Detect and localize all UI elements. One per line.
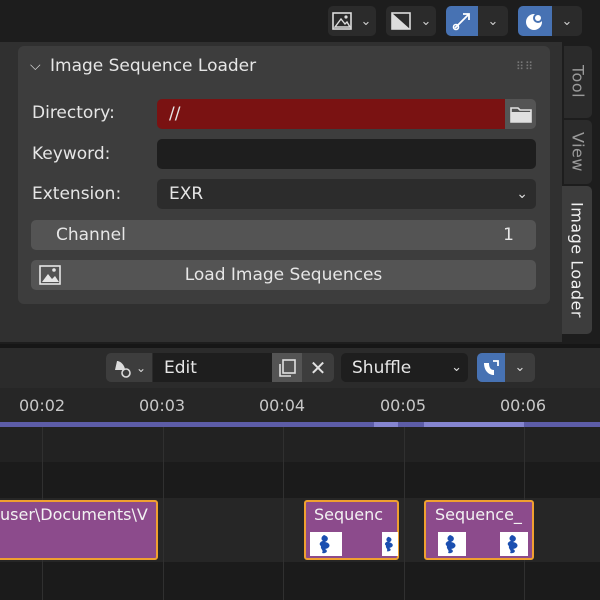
tab-view-label: View — [568, 132, 588, 172]
strip-thumbnail — [438, 532, 466, 556]
strip-thumbnail — [500, 532, 528, 556]
gizmo-icon — [446, 6, 478, 36]
chevron-down-icon: ⌄ — [516, 186, 528, 202]
sequence-strip[interactable]: Sequenc — [304, 500, 399, 560]
copy-icon — [279, 358, 296, 377]
tab-image-loader[interactable]: Image Loader — [562, 186, 592, 334]
blender-sequence-thumbnail-icon — [507, 535, 518, 554]
extension-value: EXR — [169, 184, 204, 204]
blend-mode-dropdown[interactable]: Shuffle ⌄ — [341, 353, 468, 382]
extension-label: Extension: — [32, 184, 122, 204]
load-button-label: Load Image Sequences — [184, 265, 383, 285]
channel-number-field[interactable]: Channel 1 — [31, 220, 536, 250]
overlay-icon — [386, 6, 416, 36]
overlays-toggle-icon — [518, 6, 552, 36]
grid-line — [163, 427, 164, 600]
edit-mode-field[interactable]: Edit — [153, 353, 272, 382]
grid-line — [404, 427, 405, 600]
channel-value: 1 — [503, 225, 514, 245]
chevron-down-icon: ⌄ — [514, 360, 526, 375]
panel-header[interactable]: ⌵ Image Sequence Loader — [30, 54, 256, 78]
blender-sequence-thumbnail-icon — [445, 535, 456, 554]
overlay-dropdown[interactable]: ⌄ — [386, 6, 436, 36]
tool-icon — [114, 360, 131, 378]
chevron-down-icon: ⌄ — [135, 360, 147, 375]
viewer-header — [0, 0, 600, 42]
extension-dropdown[interactable]: EXR ⌄ — [157, 179, 536, 209]
track-channel — [0, 562, 600, 600]
load-image-sequences-button[interactable]: Load Image Sequences — [31, 260, 536, 290]
tab-tool-label: Tool — [568, 65, 588, 99]
copy-button[interactable] — [272, 353, 302, 382]
tab-tool[interactable]: Tool — [564, 46, 592, 118]
gizmo-dropdown[interactable]: ⌄ — [446, 6, 508, 36]
edit-mode-value: Edit — [164, 357, 197, 378]
close-icon[interactable]: ✕ — [302, 353, 334, 382]
ruler-tick: 00:04 — [259, 396, 306, 415]
directory-value: // — [169, 104, 181, 124]
strip-label: Sequenc — [314, 505, 384, 524]
collapse-chevron-icon: ⌵ — [30, 58, 41, 74]
sequence-strip[interactable]: Sequence_ — [424, 500, 534, 560]
image-icon — [37, 263, 63, 287]
keyword-label: Keyword: — [32, 144, 111, 164]
keyword-field[interactable] — [157, 139, 536, 169]
blend-mode-value: Shuffle — [352, 357, 412, 378]
chevron-down-icon: ⌄ — [487, 13, 499, 29]
snap-icon — [477, 353, 505, 382]
blender-sequence-thumbnail-icon — [319, 535, 330, 554]
chevron-down-icon: ⌄ — [420, 13, 432, 29]
chevron-down-icon: ⌄ — [360, 13, 372, 29]
grid-line — [283, 427, 284, 600]
ruler-tick: 00:03 — [139, 396, 186, 415]
tool-settings-dropdown[interactable]: ⌄ — [106, 353, 152, 382]
overlays-dropdown[interactable]: ⌄ — [518, 6, 582, 36]
blender-sequence-thumbnail-icon — [384, 536, 393, 552]
folder-icon — [509, 107, 532, 123]
directory-label: Directory: — [32, 103, 115, 123]
track-channel — [0, 462, 600, 498]
strip-label: Sequence_ — [435, 505, 522, 524]
tab-image-loader-label: Image Loader — [567, 202, 587, 318]
display-mode-dropdown[interactable]: ⌄ — [328, 6, 376, 36]
ruler-tick: 00:02 — [19, 396, 66, 415]
drag-handle-icon[interactable]: ⠿⠿ — [516, 60, 534, 73]
snap-dropdown[interactable]: ⌄ — [477, 353, 535, 382]
panel-title: Image Sequence Loader — [50, 56, 257, 76]
strip-thumbnail — [310, 532, 342, 556]
tab-view[interactable]: View — [564, 120, 592, 184]
ruler-tick: 00:06 — [500, 396, 547, 415]
image-display-icon — [328, 6, 356, 36]
strip-label: user\Documents\V — [0, 505, 148, 524]
channel-label: Channel — [56, 225, 126, 245]
browse-folder-button[interactable] — [505, 99, 536, 129]
chevron-down-icon: ⌄ — [451, 360, 462, 375]
directory-field[interactable]: // — [157, 99, 505, 129]
strip-thumbnail — [382, 532, 398, 556]
ruler-tick: 00:05 — [380, 396, 427, 415]
sequence-strip[interactable]: user\Documents\V — [0, 500, 158, 560]
chevron-down-icon: ⌄ — [561, 13, 573, 29]
